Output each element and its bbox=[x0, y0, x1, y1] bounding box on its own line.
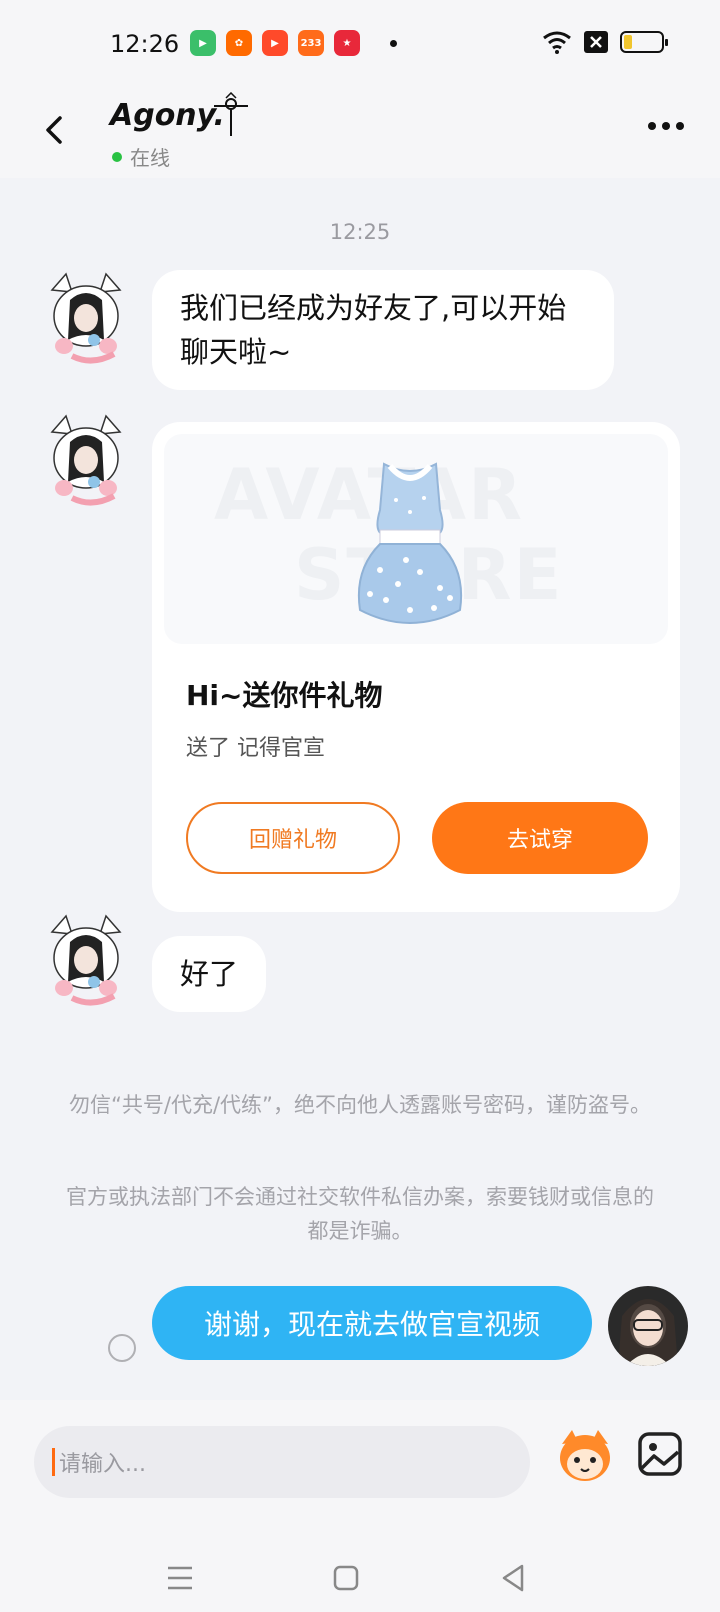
message-text: 谢谢，现在就去做官宣视频 bbox=[203, 1308, 540, 1341]
online-status: 在线 bbox=[112, 142, 170, 171]
home-nav-icon[interactable] bbox=[326, 1558, 366, 1598]
input-bar: 请输入... bbox=[0, 1400, 720, 1612]
chat-header: Agony. 在线 bbox=[0, 88, 720, 178]
no-sim-icon bbox=[584, 31, 608, 53]
my-avatar[interactable] bbox=[608, 1286, 688, 1366]
message-input[interactable]: 请输入... bbox=[34, 1426, 530, 1498]
send-status-icon bbox=[108, 1334, 136, 1362]
more-options-icon[interactable] bbox=[648, 122, 684, 130]
sent-message-bubble[interactable]: 谢谢，现在就去做官宣视频 bbox=[152, 1286, 592, 1360]
message-text: 我们已经成为好友了,可以开始聊天啦~ bbox=[180, 291, 567, 369]
dress-icon bbox=[357, 462, 463, 624]
system-icons bbox=[542, 30, 668, 54]
try-on-button[interactable]: 去试穿 bbox=[432, 802, 648, 874]
gift-subtitle: 送了 记得官宣 bbox=[186, 736, 325, 761]
notification-icons: ▶ ✿ ▶ 233 ★ bbox=[190, 30, 397, 56]
wifi-icon bbox=[543, 31, 571, 54]
contact-avatar[interactable] bbox=[42, 912, 130, 1008]
gift-title: Hi~送你件礼物 bbox=[186, 679, 383, 712]
gift-image: AVATAR STORE bbox=[164, 434, 668, 644]
status-bar: 12:26 ▶ ✿ ▶ 233 ★ bbox=[0, 0, 720, 88]
contact-avatar[interactable] bbox=[42, 412, 130, 508]
online-label: 在线 bbox=[130, 146, 170, 170]
contact-name: Agony. bbox=[110, 98, 225, 133]
fraud-notice: 官方或执法部门不会通过社交软件私信办案，索要钱财或信息的都是诈骗。 bbox=[66, 1185, 654, 1243]
message-timestamp: 12:25 bbox=[329, 220, 391, 244]
gift-card[interactable]: AVATAR STORE Hi~送你件礼物 送了 记得官宣 回赠礼物 去试穿 bbox=[152, 422, 680, 912]
kuaishou-icon: ✿ bbox=[226, 30, 252, 56]
back-nav-icon[interactable] bbox=[494, 1558, 534, 1598]
message-text: 好了 bbox=[180, 957, 239, 991]
233-app-icon: 233 bbox=[298, 30, 324, 56]
video-app-icon: ▶ bbox=[190, 30, 216, 56]
return-gift-button[interactable]: 回赠礼物 bbox=[186, 802, 400, 874]
received-message-bubble[interactable]: 好了 bbox=[152, 936, 267, 1012]
text-caret bbox=[52, 1448, 55, 1476]
input-placeholder: 请输入... bbox=[59, 1452, 146, 1477]
emoji-mascot-icon[interactable] bbox=[554, 1424, 616, 1486]
online-dot bbox=[112, 151, 122, 162]
status-time: 12:26 bbox=[110, 30, 180, 58]
name-decoration-icon bbox=[214, 92, 248, 136]
received-message-bubble[interactable]: 我们已经成为好友了,可以开始聊天啦~ bbox=[152, 270, 614, 390]
play-app-icon: ▶ bbox=[262, 30, 288, 56]
recent-apps-nav-icon[interactable] bbox=[160, 1558, 200, 1598]
image-icon[interactable] bbox=[636, 1430, 684, 1478]
back-chevron-icon[interactable] bbox=[36, 110, 76, 150]
battery-icon bbox=[620, 31, 668, 53]
contact-avatar[interactable] bbox=[42, 270, 130, 366]
more-notifications-dot bbox=[390, 39, 397, 47]
security-notice: 勿信“共号/代充/代练”，绝不向他人透露账号密码，谨防盗号。 bbox=[69, 1093, 651, 1117]
game-app-icon: ★ bbox=[334, 30, 360, 56]
